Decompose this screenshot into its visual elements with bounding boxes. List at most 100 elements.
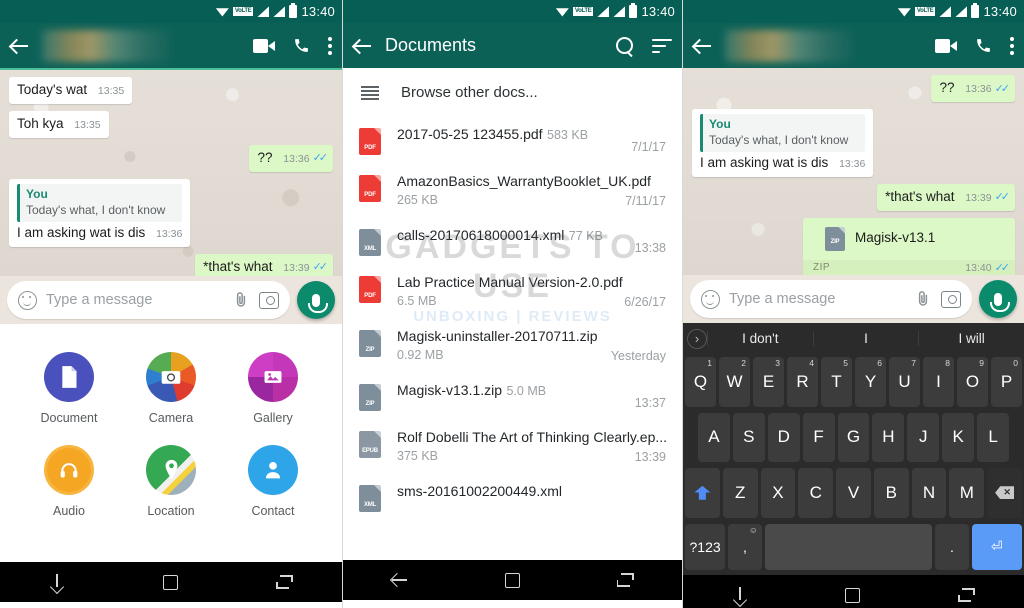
suggestion-item[interactable]: I don't [707, 331, 813, 346]
key-e[interactable]: 3E [753, 357, 784, 407]
recents-icon[interactable] [276, 575, 293, 589]
document-row[interactable]: PDF 2017-05-25 123455.pdf 583 KB 7/1/17 [343, 117, 682, 164]
key-h[interactable]: H [872, 412, 905, 462]
key-n[interactable]: N [911, 468, 947, 518]
video-call-icon[interactable] [253, 38, 275, 53]
document-row[interactable]: PDF AmazonBasics_WarrantyBooklet_UK.pdf … [343, 164, 682, 218]
attach-icon[interactable] [914, 289, 932, 309]
message-input-pill[interactable]: Type a message [690, 280, 972, 318]
browse-other-docs-row[interactable]: Browse other docs... [343, 68, 682, 117]
attachment-contact[interactable]: Contact [222, 445, 324, 518]
camera-icon[interactable] [259, 291, 279, 309]
attachment-camera[interactable]: Camera [120, 352, 222, 425]
hide-keyboard-icon[interactable] [49, 573, 65, 591]
key-o[interactable]: 9O [957, 357, 988, 407]
key-t[interactable]: 5T [821, 357, 852, 407]
key-r[interactable]: 4R [787, 357, 818, 407]
key-q[interactable]: 1Q [685, 357, 716, 407]
voice-record-button[interactable] [297, 281, 335, 319]
emoji-icon[interactable] [701, 289, 720, 309]
key-b[interactable]: B [873, 468, 909, 518]
back-icon[interactable] [391, 572, 408, 588]
voice-record-button[interactable] [979, 280, 1017, 318]
attachment-audio[interactable]: Audio [18, 445, 120, 518]
key-z[interactable]: Z [722, 468, 758, 518]
backspace-key[interactable]: ✕ [987, 468, 1023, 518]
message-bubble-outgoing[interactable]: *that's what 13:39 ✓✓ [195, 253, 333, 276]
key-m[interactable]: M [949, 468, 985, 518]
attach-icon[interactable] [232, 290, 250, 310]
message-bubble-outgoing[interactable]: ?? 13:36 ✓✓ [249, 144, 333, 172]
key-s[interactable]: S [732, 412, 765, 462]
symbols-key[interactable]: ?123 [685, 523, 726, 570]
key-label: Q [693, 371, 708, 391]
key-p[interactable]: 0P [991, 357, 1022, 407]
document-row[interactable]: ZIP Magisk-v13.1.zip 5.0 MB 13:37 [343, 373, 682, 420]
message-bubble-outgoing[interactable]: *that's what 13:39 ✓✓ [877, 183, 1015, 211]
zip-file-icon: ZIP [359, 330, 381, 357]
enter-key[interactable]: ⏎ [971, 523, 1022, 570]
document-row[interactable]: PDF Lab Practice Manual Version-2.0.pdf … [343, 265, 682, 319]
key-u[interactable]: 7U [889, 357, 920, 407]
document-row[interactable]: XML calls-20170618000014.xml 77 KB 13:38 [343, 218, 682, 265]
voice-call-icon[interactable] [975, 37, 992, 54]
key-a[interactable]: A [698, 412, 730, 462]
contact-name-blurred[interactable] [42, 29, 171, 62]
back-icon[interactable] [693, 36, 713, 56]
message-bubble-incoming[interactable]: Toh kya 13:35 [9, 110, 109, 138]
key-y[interactable]: 6Y [855, 357, 886, 407]
attachment-gallery[interactable]: Gallery [222, 352, 324, 425]
message-bubble-incoming[interactable]: Today's wat 13:35 [9, 77, 133, 104]
key-v[interactable]: V [836, 468, 871, 518]
key-i[interactable]: 8I [923, 357, 954, 407]
three-panel-screenshot: VoLTE 13:40 Today's wat 13:35 Toh kya 13… [0, 0, 1024, 608]
home-icon[interactable] [845, 587, 861, 603]
document-row[interactable]: ZIP Magisk-uninstaller-20170711.zip 0.92… [343, 319, 682, 373]
back-icon[interactable] [10, 36, 30, 56]
voice-call-icon[interactable] [293, 37, 310, 54]
home-icon[interactable] [163, 574, 178, 590]
message-bubble-incoming-quoted[interactable]: You Today's what, I don't know I am aski… [9, 178, 191, 247]
search-icon[interactable] [616, 36, 634, 55]
read-receipt-icon: ✓✓ [994, 191, 1011, 204]
key-w[interactable]: 2W [719, 357, 750, 407]
attachment-document[interactable]: Document [18, 352, 120, 425]
document-row[interactable]: EPUB Rolf Dobelli The Art of Thinking Cl… [343, 420, 682, 474]
overflow-menu-icon[interactable] [328, 36, 332, 55]
home-icon[interactable] [504, 572, 520, 588]
key-f[interactable]: F [802, 412, 835, 462]
key-d[interactable]: D [767, 412, 800, 462]
message-input[interactable]: Type a message [729, 291, 905, 307]
key-k[interactable]: K [942, 412, 975, 462]
suggestion-item[interactable]: I [812, 331, 919, 346]
message-bubble-incoming-quoted[interactable]: You Today's what, I don't know I am aski… [692, 108, 874, 177]
space-key[interactable] [764, 523, 933, 570]
video-call-icon[interactable] [935, 38, 957, 53]
hide-keyboard-icon[interactable] [732, 586, 748, 604]
period-key[interactable]: . [935, 523, 969, 570]
message-bubble-outgoing[interactable]: ?? 13:36 ✓✓ [931, 75, 1015, 102]
sort-icon[interactable] [652, 38, 672, 53]
expand-suggestions-icon[interactable]: › [687, 328, 707, 349]
document-row[interactable]: XML sms-20161002200449.xml [343, 474, 682, 521]
message-bubble-document[interactable]: ZIP Magisk-v13.1 ZIP 13:40 ✓✓ [803, 217, 1015, 275]
chat-actions [253, 36, 332, 55]
key-g[interactable]: G [837, 412, 870, 462]
comma-key[interactable]: ☺, [728, 523, 762, 570]
key-l[interactable]: L [977, 412, 1010, 462]
message-input-pill[interactable]: Type a message [7, 281, 290, 319]
recents-icon[interactable] [616, 573, 634, 587]
suggestion-item[interactable]: I will [918, 331, 1024, 346]
camera-icon[interactable] [941, 290, 961, 308]
back-icon[interactable] [353, 36, 373, 56]
overflow-menu-icon[interactable] [1010, 36, 1014, 55]
shift-key[interactable] [684, 468, 720, 518]
key-j[interactable]: J [907, 412, 940, 462]
attachment-location[interactable]: Location [120, 445, 222, 518]
recents-icon[interactable] [958, 588, 976, 602]
key-c[interactable]: C [798, 468, 834, 518]
key-x[interactable]: X [760, 468, 796, 518]
contact-name-blurred[interactable] [725, 29, 853, 62]
message-input[interactable]: Type a message [46, 292, 223, 308]
emoji-icon[interactable] [18, 290, 37, 310]
